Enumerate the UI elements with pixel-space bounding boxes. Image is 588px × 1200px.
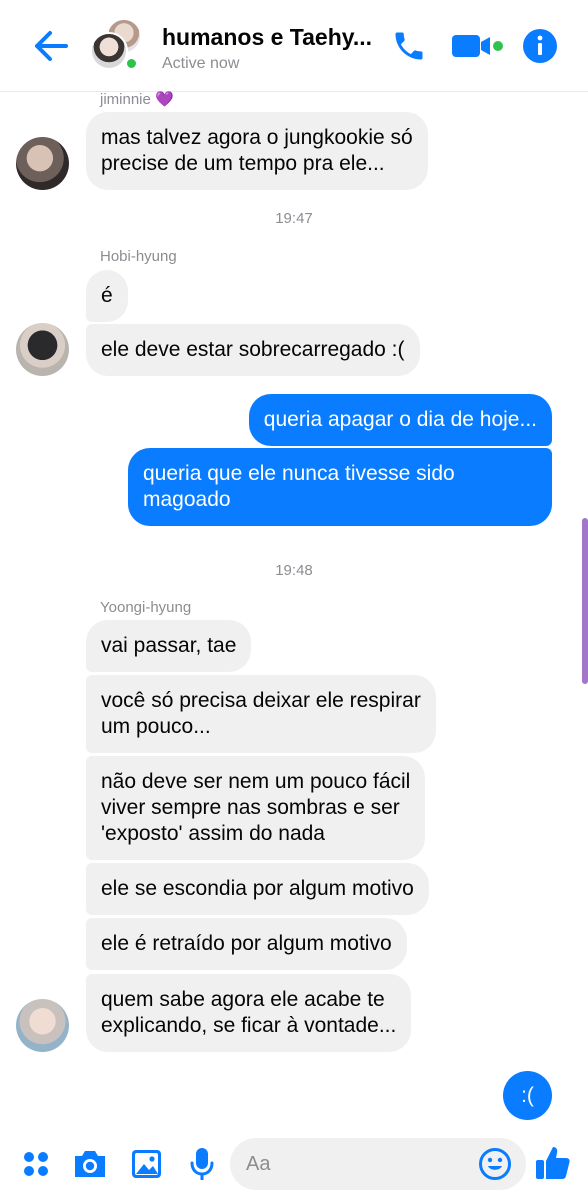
video-camera-icon[interactable] <box>452 32 506 60</box>
outgoing-message[interactable]: :( <box>503 1071 552 1120</box>
online-indicator <box>124 56 139 71</box>
sender-name: jiminnie 💜 <box>100 91 174 108</box>
message-composer <box>0 1128 588 1200</box>
sender-avatar[interactable] <box>16 137 69 190</box>
camera-icon[interactable] <box>72 1148 108 1180</box>
sender-name: Yoongi-hyung <box>100 599 192 616</box>
message-input[interactable] <box>246 1148 476 1180</box>
sender-name: Hobi-hyung <box>100 248 177 265</box>
microphone-icon[interactable] <box>188 1146 216 1182</box>
info-icon[interactable] <box>522 28 558 64</box>
incoming-message[interactable]: ele se escondia por algum motivo <box>86 863 429 915</box>
incoming-message[interactable]: não deve ser nem um pouco fácil viver se… <box>86 756 426 860</box>
sender-avatar[interactable] <box>16 323 69 376</box>
outgoing-message[interactable]: queria apagar o dia de hoje... <box>248 394 552 446</box>
chat-header: humanos e Taehy... Active now <box>0 0 588 92</box>
sender-avatar[interactable] <box>16 999 69 1052</box>
emoji-icon[interactable] <box>478 1147 512 1181</box>
incoming-message[interactable]: mas talvez agora o jungkookie só precise… <box>86 112 428 190</box>
group-avatar-photo-2 <box>90 32 128 70</box>
message-input-container[interactable] <box>230 1138 526 1190</box>
incoming-message[interactable]: ele é retraído por algum motivo <box>86 918 407 970</box>
group-avatar[interactable] <box>90 18 144 72</box>
active-status: Active now <box>162 55 240 72</box>
conversation-title[interactable]: humanos e Taehy... <box>162 24 372 51</box>
incoming-message[interactable]: ele deve estar sobrecarregado :( <box>86 324 420 376</box>
incoming-message[interactable]: quem sabe agora ele acabe te explicando,… <box>86 974 412 1052</box>
incoming-message[interactable]: é <box>86 270 128 322</box>
menu-dots-icon[interactable] <box>22 1150 50 1178</box>
back-arrow-icon[interactable] <box>30 28 72 64</box>
thumbs-up-icon[interactable] <box>534 1144 572 1182</box>
outgoing-message[interactable]: queria que ele nunca tivesse sido magoad… <box>128 448 552 526</box>
phone-icon[interactable] <box>390 28 428 64</box>
timestamp: 19:47 <box>275 210 313 227</box>
timestamp: 19:48 <box>275 562 313 579</box>
incoming-message[interactable]: vai passar, tae <box>86 620 252 672</box>
incoming-message[interactable]: você só precisa deixar ele respirar um p… <box>86 675 436 753</box>
gallery-icon[interactable] <box>130 1148 163 1180</box>
scrollbar[interactable] <box>582 518 588 684</box>
